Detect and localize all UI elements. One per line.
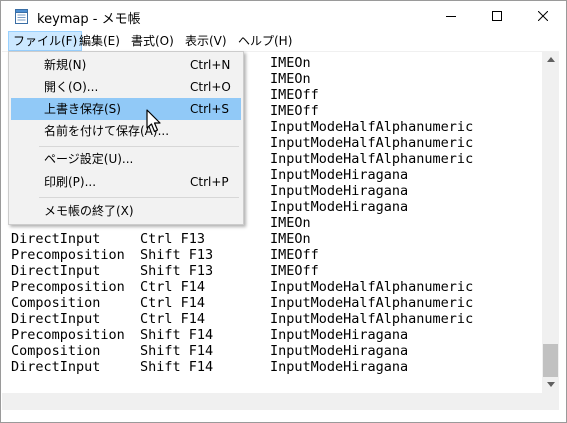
menu-item-exit[interactable]: メモ帳の終了(X): [11, 200, 241, 222]
text-line-column: IMEOn: [270, 71, 311, 87]
scroll-down-button[interactable]: [542, 376, 559, 393]
maximize-icon: [492, 11, 502, 21]
menu-view[interactable]: 表示(V): [181, 31, 231, 51]
minimize-icon: [446, 16, 456, 17]
menu-separator: [39, 146, 239, 147]
menu-item-label: メモ帳の終了(X): [44, 204, 134, 218]
text-line-column: Composition: [11, 295, 101, 311]
text-line-column: IMEOff: [270, 263, 319, 279]
text-line-column: IMEOn: [270, 215, 311, 231]
close-icon: [538, 11, 548, 21]
text-line-column: IMEOff: [270, 103, 319, 119]
menu-item-label: 上書き保存(S): [44, 102, 121, 116]
menu-item-save[interactable]: 上書き保存(S) Ctrl+S: [11, 98, 241, 120]
text-line-column: InputModeHiragana: [270, 199, 409, 215]
text-line-column: IMEOn: [270, 55, 311, 71]
menu-bar: ファイル(F) 編集(E) 書式(O) 表示(V) ヘルプ(H): [1, 31, 566, 51]
vertical-scrollbar[interactable]: [542, 51, 559, 393]
text-line-column: DirectInput: [11, 263, 101, 279]
text-line-column: InputModeHalfAlphanumeric: [270, 119, 474, 135]
menu-help[interactable]: ヘルプ(H): [234, 31, 296, 51]
text-line-column: Shift F14: [140, 359, 214, 375]
title-bar[interactable]: keymap - メモ帳: [1, 1, 566, 31]
window-title: keymap - メモ帳: [37, 12, 141, 27]
text-line-column: InputModeHiragana: [270, 359, 409, 375]
text-line-column: DirectInput: [11, 311, 101, 327]
menu-item-shortcut: Ctrl+S: [190, 102, 230, 116]
text-line-column: Shift F14: [140, 327, 214, 343]
text-line-column: InputModeHiragana: [270, 327, 409, 343]
menu-item-new[interactable]: 新規(N) Ctrl+N: [11, 54, 241, 76]
text-line-column: Composition: [11, 343, 101, 359]
text-line-column: Shift F14: [140, 343, 214, 359]
chevron-down-icon: [546, 382, 555, 387]
close-button[interactable]: [520, 1, 566, 31]
menu-item-shortcut: Ctrl+N: [190, 58, 231, 72]
menu-separator: [39, 197, 239, 198]
chevron-up-icon: [546, 57, 555, 62]
menu-item-save-as[interactable]: 名前を付けて保存(A)...: [11, 120, 241, 142]
text-line-column: InputModeHalfAlphanumeric: [270, 279, 474, 295]
text-line-column: InputModeHiragana: [270, 167, 409, 183]
menu-item-label: 開く(O)...: [44, 80, 99, 94]
text-line-column: Precomposition: [11, 247, 125, 263]
text-line-column: Shift F13: [140, 247, 214, 263]
vertical-scroll-thumb[interactable]: [543, 344, 558, 377]
menu-item-label: ページ設定(U)...: [44, 152, 134, 166]
text-line-column: InputModeHalfAlphanumeric: [270, 311, 474, 327]
menu-item-label: 印刷(P)...: [44, 175, 97, 189]
maximize-button[interactable]: [474, 1, 520, 31]
menu-item-open[interactable]: 開く(O)... Ctrl+O: [11, 76, 241, 98]
notepad-icon: [15, 9, 28, 24]
text-line-column: Ctrl F14: [140, 295, 206, 311]
text-line-column: InputModeHiragana: [270, 343, 409, 359]
menu-item-shortcut: Ctrl+O: [190, 80, 231, 94]
text-line-column: Shift F13: [140, 263, 214, 279]
menu-format[interactable]: 書式(O): [127, 31, 178, 51]
text-line-column: Ctrl F13: [140, 231, 206, 247]
file-menu-dropdown: 新規(N) Ctrl+N 開く(O)... Ctrl+O 上書き保存(S) Ct…: [8, 51, 244, 225]
menu-item-print[interactable]: 印刷(P)... Ctrl+P: [11, 171, 241, 193]
text-line-column: Precomposition: [11, 279, 125, 295]
mouse-cursor-icon: [146, 109, 164, 135]
text-line-column: DirectInput: [11, 359, 101, 375]
text-line-column: InputModeHiragana: [270, 183, 409, 199]
menu-item-shortcut: Ctrl+P: [190, 175, 229, 189]
text-line-column: Ctrl F14: [140, 279, 206, 295]
text-line-column: InputModeHalfAlphanumeric: [270, 295, 474, 311]
menu-item-page-setup[interactable]: ページ設定(U)...: [11, 148, 241, 170]
text-line-column: DirectInput: [11, 231, 101, 247]
text-line-column: InputModeHalfAlphanumeric: [270, 151, 474, 167]
text-line-column: Ctrl F14: [140, 311, 206, 327]
text-line-column: InputModeHalfAlphanumeric: [270, 135, 474, 151]
menu-edit[interactable]: 編集(E): [75, 31, 124, 51]
menu-file[interactable]: ファイル(F): [8, 31, 83, 51]
horizontal-scrollbar[interactable]: [2, 393, 542, 410]
scrollbar-corner: [542, 393, 559, 410]
text-line-column: IMEOn: [270, 231, 311, 247]
text-line-column: Precomposition: [11, 327, 125, 343]
notepad-window: keymap - メモ帳 ファイル(F) 編集(E) 書式(O) 表示(V) ヘ…: [0, 0, 567, 423]
menu-item-label: 新規(N): [44, 58, 87, 72]
text-line-column: IMEOff: [270, 247, 319, 263]
minimize-button[interactable]: [428, 1, 474, 31]
text-line-column: IMEOff: [270, 87, 319, 103]
scroll-up-button[interactable]: [542, 51, 559, 68]
